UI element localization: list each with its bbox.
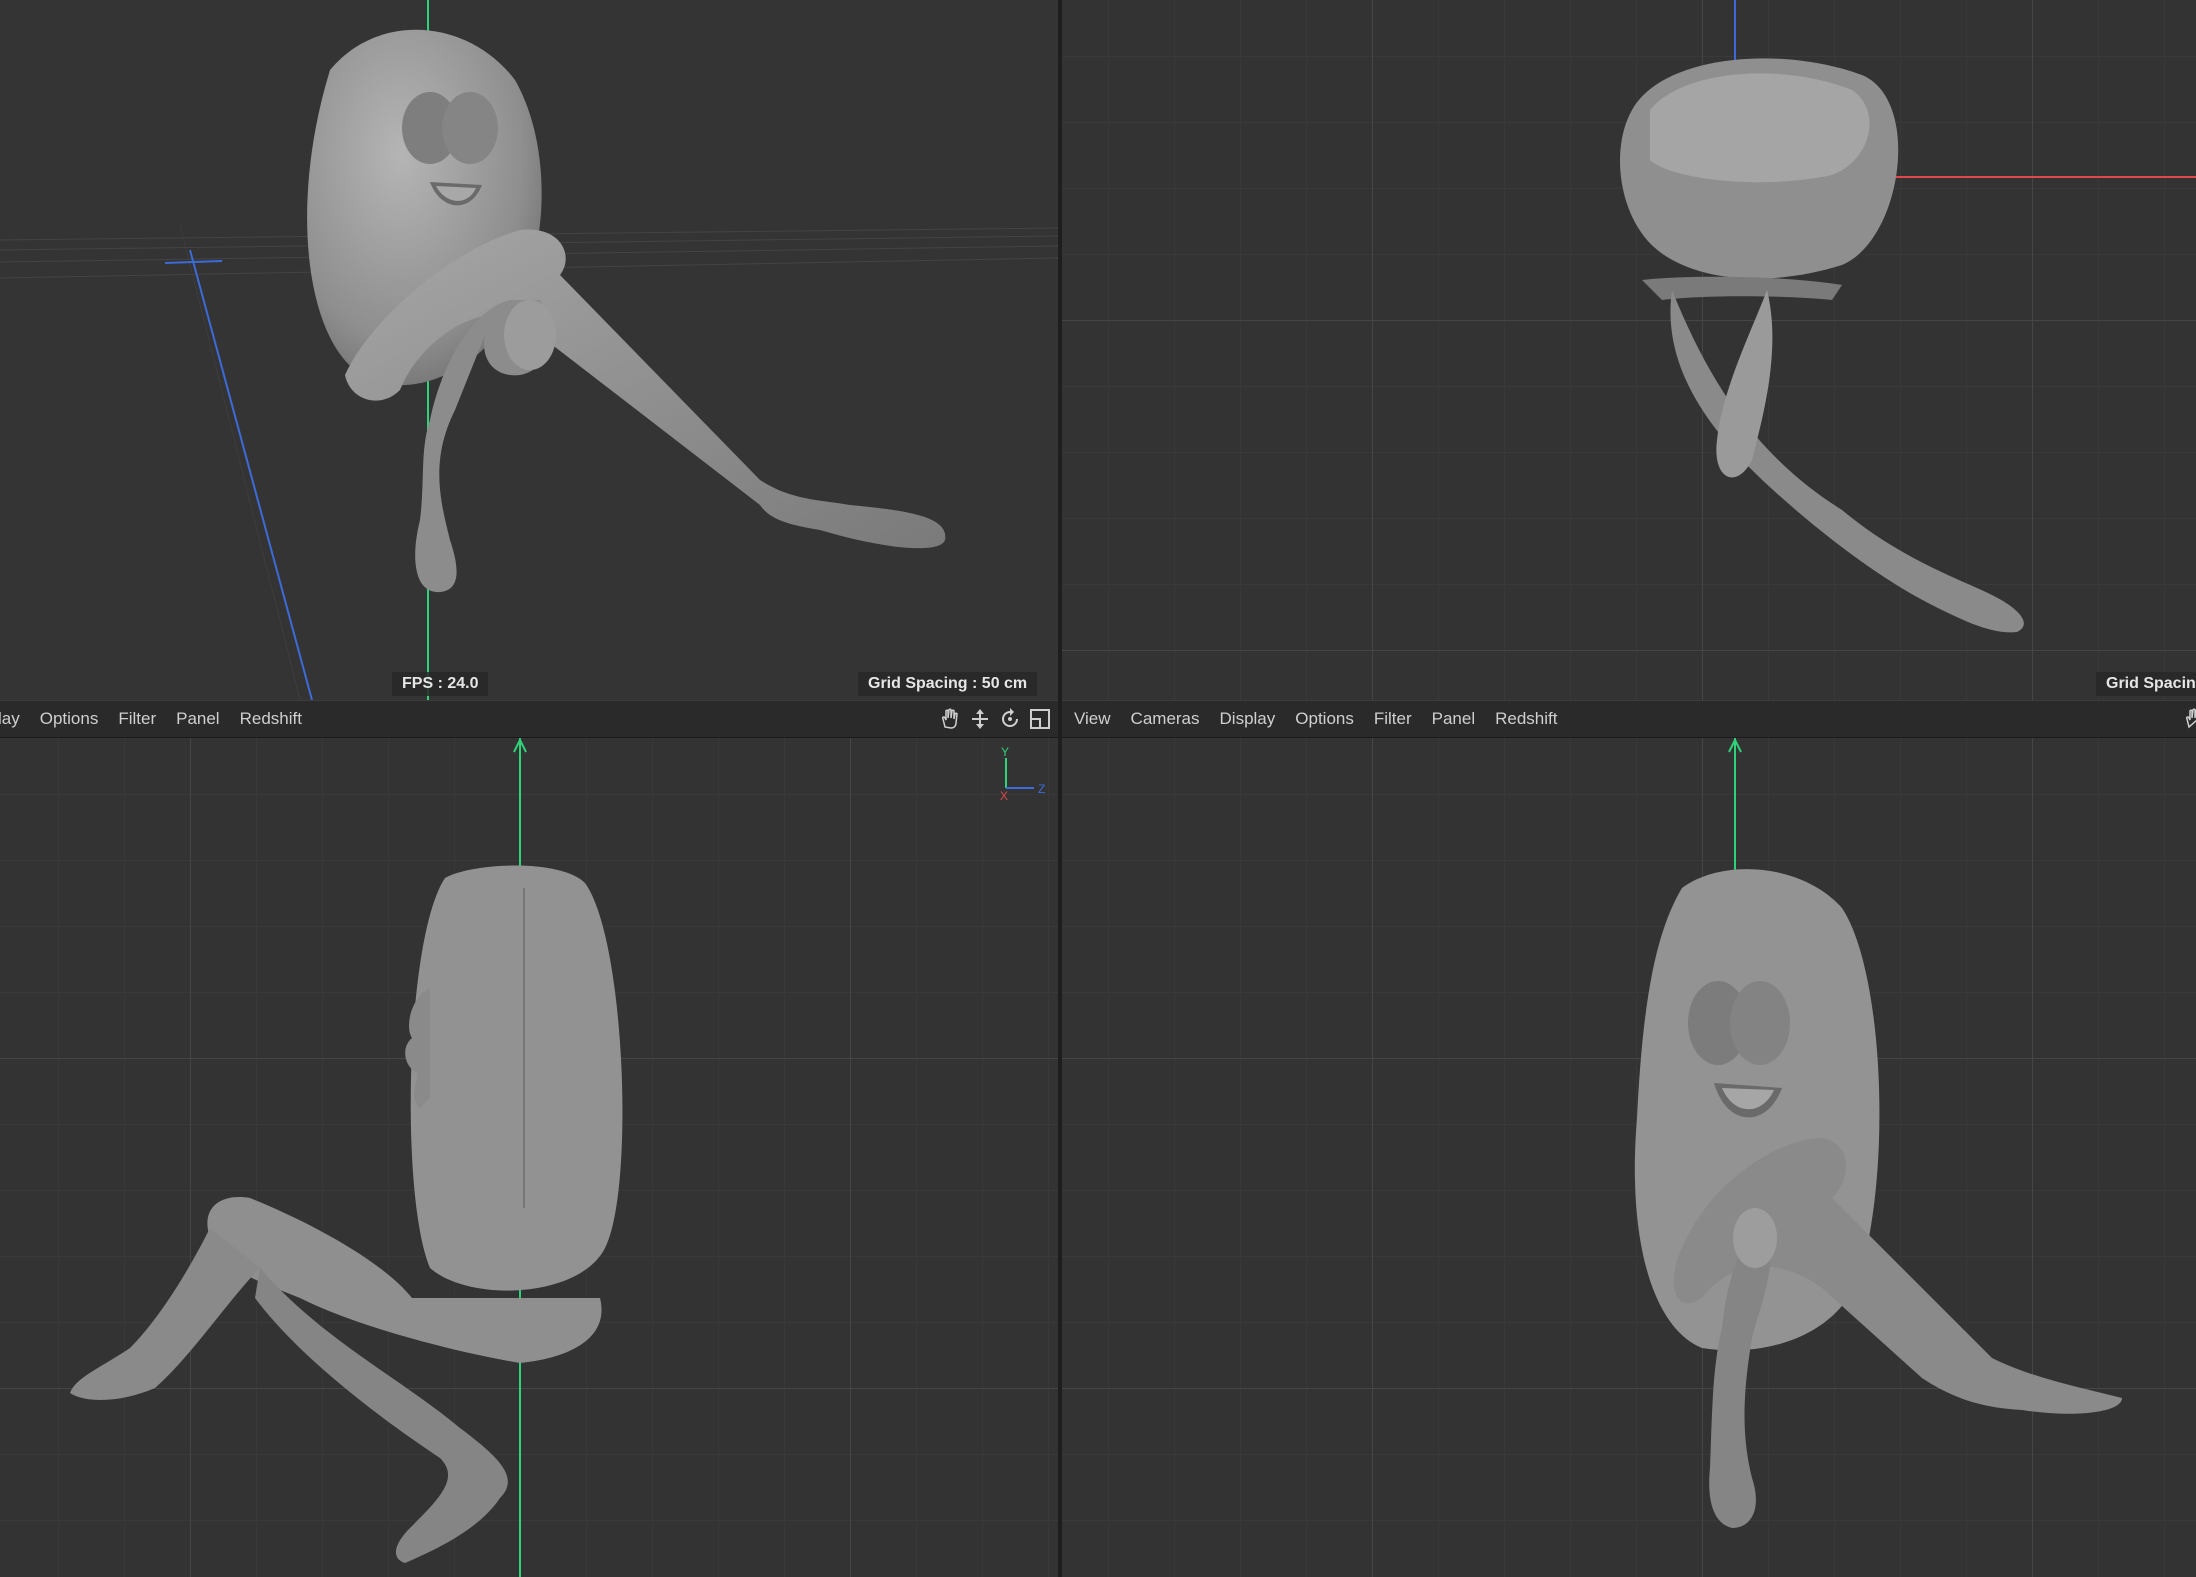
menu-items: lay Options Filter Panel Redshift — [0, 709, 312, 729]
pan-hand-icon[interactable] — [938, 707, 962, 731]
character-model[interactable] — [1620, 58, 2024, 633]
menu-filter[interactable]: Filter — [1364, 709, 1422, 729]
viewport-right[interactable]: Y X Z — [0, 738, 1058, 1577]
menu-options[interactable]: Options — [1285, 709, 1364, 729]
viewport-menubar-right: View Cameras Display Options Filter Pane… — [1062, 700, 2196, 738]
menu-options[interactable]: Options — [30, 709, 109, 729]
fps-label: FPS : 24.0 — [392, 672, 489, 696]
gizmo-z-label: Z — [1038, 782, 1045, 796]
gizmo-y-label: Y — [1001, 745, 1009, 759]
character-model[interactable] — [307, 29, 946, 593]
menu-items: View Cameras Display Options Filter Pane… — [1064, 709, 1568, 729]
side-scene: Y X Z — [70, 738, 1045, 1577]
front-scene — [1634, 738, 2122, 1528]
character-model[interactable] — [1634, 869, 2122, 1528]
grid-spacing-label: Grid Spacing : 50 cm — [858, 672, 1038, 696]
menu-display[interactable]: lay — [0, 709, 30, 729]
menu-filter[interactable]: Filter — [108, 709, 166, 729]
top-scene — [1620, 0, 2196, 633]
z-axis-line — [189, 249, 313, 700]
viewport-perspective[interactable]: FPS : 24.0 Grid Spacing : 50 cm — [0, 0, 1058, 700]
nav-icons — [938, 707, 1052, 731]
rotate-icon[interactable] — [998, 707, 1022, 731]
viewport-top[interactable]: Grid Spacin — [1062, 0, 2196, 700]
menu-view[interactable]: View — [1064, 709, 1121, 729]
menu-redshift[interactable]: Redshift — [230, 709, 312, 729]
grid-spacing-label: Grid Spacin — [2096, 672, 2196, 696]
maximize-icon[interactable] — [1028, 707, 1052, 731]
viewport-menubar-left: lay Options Filter Panel Redshift — [0, 700, 1058, 738]
gizmo-x-label: X — [1000, 789, 1008, 803]
menu-cameras[interactable]: Cameras — [1121, 709, 1210, 729]
menu-panel[interactable]: Panel — [166, 709, 229, 729]
axis-gizmo: Y X Z — [1000, 745, 1045, 803]
character-model[interactable] — [70, 865, 623, 1564]
move-arrows-icon[interactable] — [968, 707, 992, 731]
viewport-front[interactable] — [1062, 738, 2196, 1577]
nav-icons — [2182, 707, 2196, 731]
menu-display[interactable]: Display — [1210, 709, 1286, 729]
perspective-scene — [0, 0, 1058, 700]
pan-hand-icon[interactable] — [2182, 707, 2196, 731]
menu-redshift[interactable]: Redshift — [1485, 709, 1567, 729]
menu-panel[interactable]: Panel — [1422, 709, 1485, 729]
